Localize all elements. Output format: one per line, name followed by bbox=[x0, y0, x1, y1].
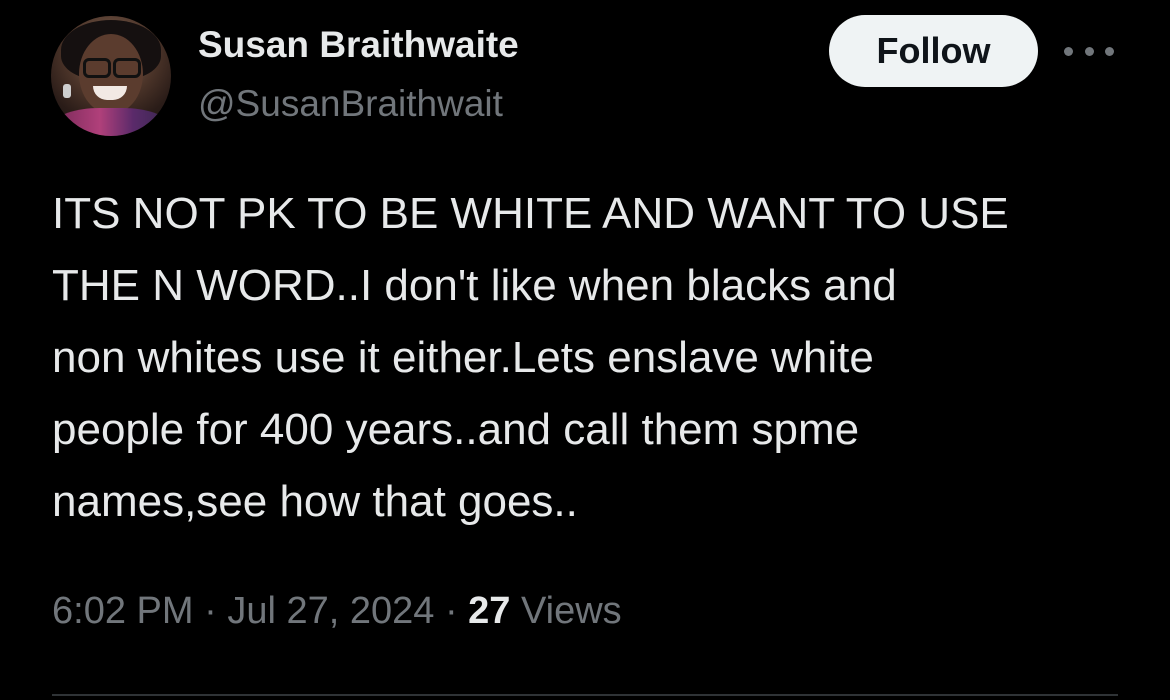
avatar-scarf bbox=[55, 108, 167, 136]
tweet-time[interactable]: 6:02 PM bbox=[52, 590, 194, 632]
author-handle[interactable]: @SusanBraithwait bbox=[198, 83, 503, 125]
follow-button[interactable]: Follow bbox=[829, 15, 1038, 87]
tweet-text-line: ITS NOT PK TO BE WHITE AND WANT TO USE bbox=[52, 189, 1009, 238]
tweet: Susan Braithwaite @SusanBraithwait Follo… bbox=[0, 0, 1170, 700]
dot bbox=[1084, 46, 1094, 56]
tweet-meta: 6:02 PM · Jul 27, 2024 · 27 Views bbox=[52, 590, 622, 633]
avatar-glasses-left bbox=[83, 58, 111, 78]
meta-separator: · bbox=[204, 590, 217, 632]
dot bbox=[1064, 46, 1073, 56]
views-count: 27 bbox=[468, 590, 511, 632]
tweet-text-line: non whites use it either.Lets enslave wh… bbox=[52, 333, 874, 382]
tweet-text-line: names,see how that goes.. bbox=[52, 477, 578, 526]
avatar[interactable] bbox=[51, 16, 171, 136]
tweet-text-line: THE N WORD..I don't like when blacks and bbox=[52, 261, 897, 310]
avatar-earring bbox=[63, 84, 71, 98]
tweet-date[interactable]: Jul 27, 2024 bbox=[227, 590, 434, 632]
more-dots-icon[interactable] bbox=[1064, 38, 1114, 64]
author-name[interactable]: Susan Braithwaite bbox=[198, 24, 519, 66]
avatar-glasses-right bbox=[113, 58, 141, 78]
tweet-text: ITS NOT PK TO BE WHITE AND WANT TO USE T… bbox=[52, 178, 1142, 538]
meta-separator: · bbox=[444, 590, 458, 632]
dot bbox=[1105, 46, 1114, 56]
views-label: Views bbox=[521, 590, 622, 632]
divider bbox=[52, 694, 1118, 696]
tweet-text-line: people for 400 years..and call them spme bbox=[52, 405, 860, 454]
